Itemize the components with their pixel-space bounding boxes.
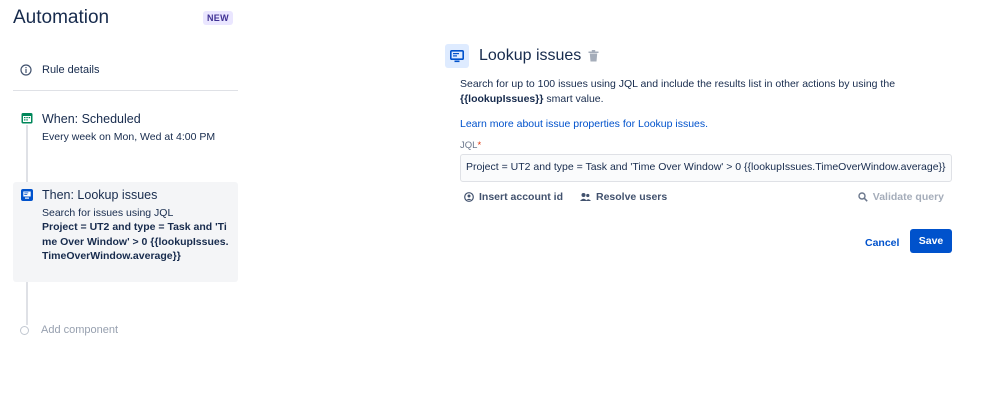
add-component-label: Add component: [41, 324, 119, 336]
cancel-button[interactable]: Cancel: [857, 231, 907, 255]
rule-details-item[interactable]: Rule details: [20, 64, 99, 76]
panel-description: Search for up to 100 issues using JQL an…: [460, 78, 896, 105]
step-when-scheduled[interactable]: When: Scheduled Every week on Mon, Wed a…: [13, 108, 238, 150]
calendar-icon: [21, 113, 33, 124]
jql-tools: Insert account id Resolve users Validate…: [464, 191, 944, 207]
step-when-title: When: Scheduled: [42, 112, 141, 126]
lookup-screen-icon: [445, 44, 469, 68]
add-component-dot-icon: [20, 325, 29, 335]
step-then-title: Then: Lookup issues: [42, 188, 158, 202]
save-button[interactable]: Save: [910, 229, 952, 253]
people-icon: [580, 193, 591, 201]
step-when-subtitle: Every week on Mon, Wed at 4:00 PM: [42, 131, 216, 143]
user-circle-icon: [464, 192, 474, 202]
validate-query-button[interactable]: Validate query: [858, 191, 944, 203]
search-icon: [858, 192, 868, 202]
panel-header: Lookup issues: [445, 44, 955, 68]
panel-title: Lookup issues: [479, 47, 582, 64]
info-icon: [20, 64, 32, 76]
add-component-item[interactable]: Add component: [20, 324, 118, 336]
step-then-subtitle: Search for issues using JQL: [42, 207, 174, 219]
divider: [13, 90, 238, 91]
jql-label: JQL*: [460, 140, 482, 151]
jql-input[interactable]: Project = UT2 and type = Task and 'Time …: [460, 154, 952, 182]
insert-account-id-button[interactable]: Insert account id: [464, 191, 563, 203]
required-marker: *: [477, 140, 482, 151]
resolve-users-button[interactable]: Resolve users: [580, 191, 667, 203]
step-then-query: Project = UT2 and type = Task and 'Time …: [42, 221, 229, 262]
learn-more-link[interactable]: Learn more about issue properties for Lo…: [460, 118, 708, 130]
rule-details-label: Rule details: [42, 64, 100, 76]
step-then-lookup[interactable]: Then: Lookup issues Search for issues us…: [13, 182, 238, 282]
lookup-screen-icon: [21, 189, 33, 201]
trash-icon[interactable]: [588, 50, 599, 62]
lookup-issues-panel: Lookup issues Search for up to 100 issue…: [445, 44, 955, 253]
sidebar: Rule details When: Scheduled Every week …: [0, 0, 245, 409]
